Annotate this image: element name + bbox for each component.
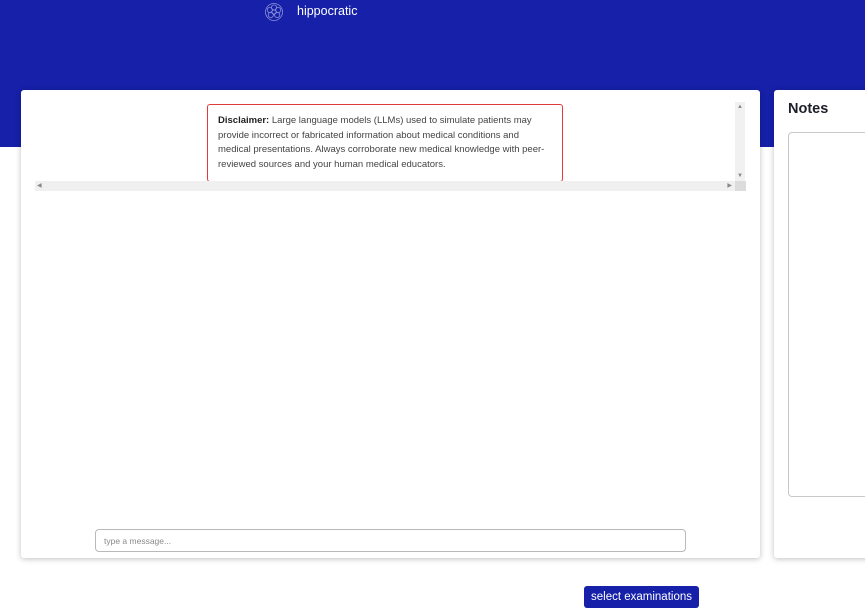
horizontal-scrollbar[interactable]: ◀ ▶ — [35, 181, 746, 191]
disclaimer-box: Disclaimer: Large language models (LLMs)… — [207, 104, 563, 182]
select-examinations-button[interactable]: select examinations — [584, 586, 699, 608]
notes-textarea[interactable] — [788, 132, 865, 497]
notes-panel: Notes — [774, 90, 865, 558]
message-input[interactable] — [95, 529, 686, 552]
hippocratic-logo-icon — [265, 3, 283, 21]
scroll-left-arrow-icon[interactable]: ◀ — [37, 182, 42, 189]
scroll-down-arrow-icon[interactable]: ▼ — [737, 173, 743, 179]
brand-name: hippocratic — [297, 3, 358, 18]
scroll-up-arrow-icon[interactable]: ▲ — [737, 104, 743, 110]
scroll-right-arrow-icon[interactable]: ▶ — [727, 182, 732, 189]
scrollbar-corner — [735, 181, 746, 191]
chat-panel: Disclaimer: Large language models (LLMs)… — [21, 90, 760, 558]
disclaimer-label: Disclaimer: — [218, 115, 270, 126]
brand[interactable]: hippocratic — [264, 2, 357, 22]
disclaimer-scroll-area[interactable]: Disclaimer: Large language models (LLMs)… — [35, 102, 747, 192]
vertical-scrollbar[interactable]: ▲ ▼ — [735, 102, 745, 181]
notes-title: Notes — [788, 101, 829, 117]
